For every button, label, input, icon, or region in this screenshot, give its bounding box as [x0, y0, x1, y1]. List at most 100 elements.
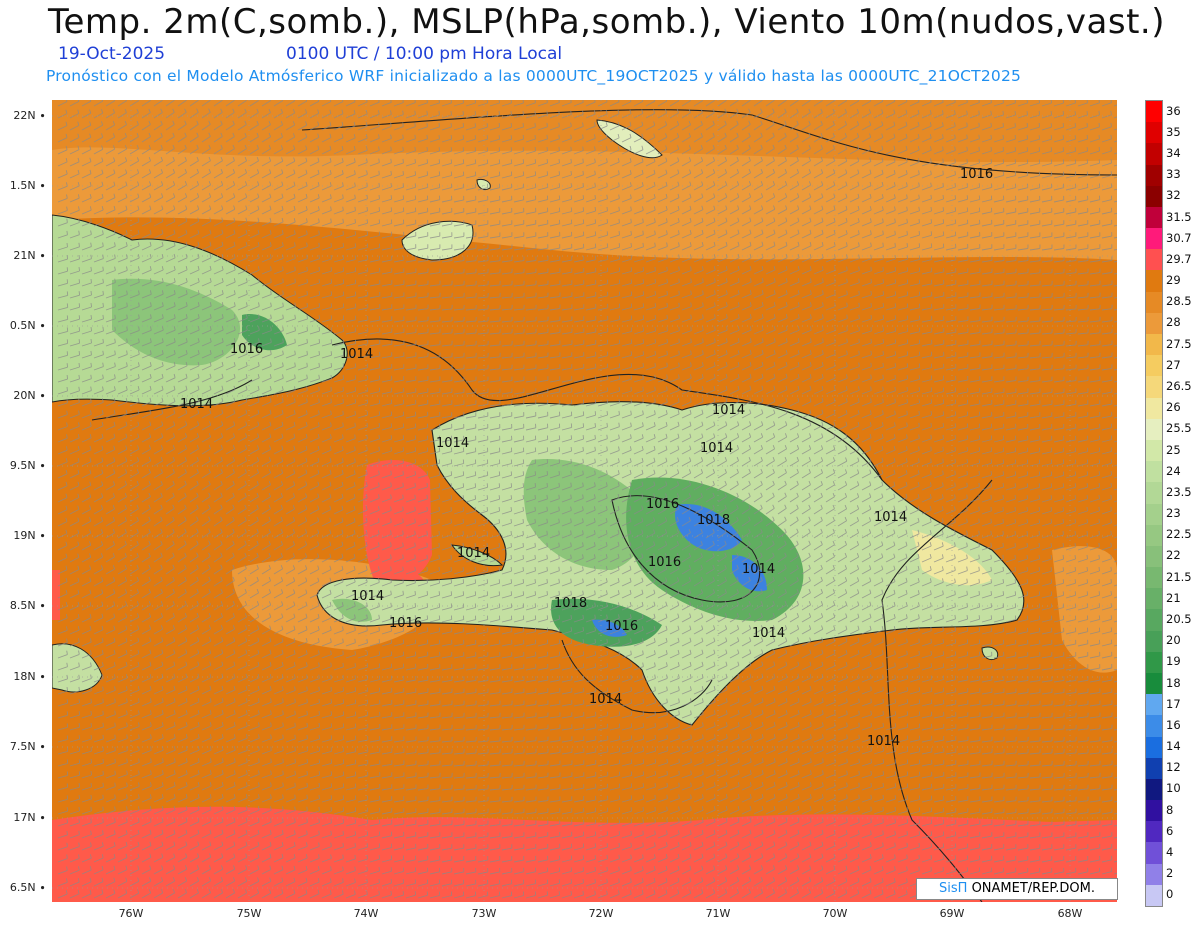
forecast-map[interactable]: 1016 1016 1014 1014 1014 1014 1014 1016 1018 1014…	[52, 100, 1117, 902]
colorbar-label: 23.5	[1166, 484, 1192, 499]
colorbar-swatch	[1146, 821, 1162, 843]
isobar-label: 1014	[351, 589, 384, 604]
colorbar-label: 24	[1166, 463, 1181, 478]
colorbar-label: 26	[1166, 400, 1181, 415]
forecast-time: 0100 UTC / 10:00 pm Hora Local	[286, 44, 563, 64]
colorbar-swatch	[1146, 355, 1162, 377]
lat-tick-label: 7.5N ∙	[9, 740, 46, 753]
colorbar-swatch	[1146, 694, 1162, 716]
colorbar-label: 14	[1166, 739, 1181, 754]
colorbar-label: 6	[1166, 823, 1174, 838]
colorbar-label: 18	[1166, 675, 1181, 690]
model-subtitle: Pronóstico con el Modelo Atmósferico WRF…	[46, 67, 1022, 85]
sispi-logo: SisΠ	[939, 881, 968, 896]
map-canvas[interactable]: 1016 1016 1014 1014 1014 1014 1014 1016 1018 1014…	[52, 100, 1117, 902]
colorbar-swatch	[1146, 376, 1162, 399]
isobar-label: 1016	[389, 616, 422, 631]
colorbar-label: 27.5	[1166, 336, 1192, 351]
hot-spot-west	[362, 460, 432, 584]
colorbar-label: 20	[1166, 633, 1181, 648]
colorbar-swatch	[1146, 122, 1162, 144]
colorbar-swatch	[1146, 397, 1162, 420]
colorbar-swatch	[1146, 461, 1162, 483]
isobar-label: 1018	[697, 513, 730, 528]
colorbar-swatch	[1146, 482, 1162, 504]
lat-tick-label: 20N ∙	[13, 389, 46, 402]
colorbar-swatch	[1146, 291, 1162, 314]
lon-tick-label: 73W	[471, 907, 497, 920]
colorbar-label: 8	[1166, 802, 1174, 817]
isobar-label: 1014	[589, 692, 622, 707]
isobar-label: 1014	[742, 562, 775, 577]
lat-tick-label: 1.5N ∙	[9, 179, 46, 192]
colorbar-label: 34	[1166, 145, 1181, 160]
colorbar-swatch	[1146, 863, 1162, 886]
colorbar-swatch	[1146, 418, 1162, 441]
lon-tick-label: 75W	[236, 907, 262, 920]
forecast-date-line: 19-Oct-2025 0100 UTC / 10:00 pm Hora Loc…	[58, 44, 562, 64]
colorbar-swatch	[1146, 672, 1162, 695]
colorbar-swatch	[1146, 842, 1162, 865]
colorbar-swatch	[1146, 206, 1162, 229]
map-title: Temp. 2m(C,somb.), MSLP(hPa,somb.), Vien…	[48, 2, 1165, 42]
isobar-label: 1016	[605, 619, 638, 634]
lat-tick-label: 19N ∙	[13, 529, 46, 542]
colorbar-label: 20.5	[1166, 612, 1192, 626]
colorbar-label: 25.5	[1166, 421, 1192, 436]
lon-tick-label: 71W	[705, 907, 731, 920]
colorbar-label: 10	[1166, 781, 1181, 796]
colorbar-label: 29	[1166, 273, 1181, 288]
colorbar-label: 33	[1166, 167, 1181, 182]
lon-tick-label: 68W	[1057, 907, 1083, 920]
isobar-label: 1014	[712, 403, 745, 418]
lat-tick-label: 8.5N ∙	[9, 599, 46, 612]
colorbar-label: 22	[1166, 548, 1181, 563]
isobar-label: 1014	[867, 734, 900, 749]
colorbar-swatch	[1146, 228, 1162, 250]
colorbar-label: 0	[1166, 887, 1174, 902]
isobar-label: 1014	[180, 397, 213, 412]
colorbar-label: 28.5	[1166, 294, 1192, 309]
colorbar-swatch	[1146, 143, 1162, 166]
colorbar-label: 36	[1166, 103, 1181, 118]
lat-tick-label: 21N ∙	[13, 249, 46, 262]
colorbar-label: 19	[1166, 654, 1181, 669]
colorbar-label: 35	[1166, 124, 1181, 139]
colorbar-swatch	[1146, 567, 1162, 589]
isobar-label: 1014	[457, 546, 490, 561]
isobar-label: 1014	[700, 441, 733, 456]
isobar-label: 1014	[436, 436, 469, 451]
colorbar-label: 32	[1166, 188, 1181, 203]
colorbar-swatch	[1146, 185, 1162, 208]
colorbar-label: 23	[1166, 506, 1181, 521]
colorbar-label: 4	[1166, 845, 1174, 860]
colorbar-label: 17	[1166, 696, 1181, 711]
colorbar-label: 12	[1166, 760, 1181, 775]
temperature-colorbar	[1145, 100, 1163, 907]
hot-edge-west	[52, 570, 60, 620]
colorbar-swatch	[1146, 164, 1162, 187]
colorbar-swatch	[1146, 778, 1162, 801]
colorbar-label: 29.7	[1166, 251, 1192, 266]
colorbar-swatch	[1146, 545, 1162, 568]
colorbar-swatch	[1146, 101, 1162, 123]
isobar-label: 1016	[646, 497, 679, 512]
credit-text: ONAMET/REP.DOM.	[967, 881, 1095, 896]
isobar-label: 1016	[960, 167, 993, 182]
colorbar-swatch	[1146, 651, 1162, 674]
colorbar-swatch	[1146, 334, 1162, 356]
isobar-label: 1016	[648, 555, 681, 570]
lon-tick-label: 72W	[588, 907, 614, 920]
forecast-date: 19-Oct-2025	[58, 44, 166, 64]
colorbar-swatch	[1146, 609, 1162, 632]
colorbar-label: 31.5	[1166, 209, 1192, 224]
colorbar-swatch	[1146, 588, 1162, 610]
lon-tick-label: 74W	[353, 907, 379, 920]
colorbar-label: 21.5	[1166, 569, 1192, 584]
credit-box: SisΠ ONAMET/REP.DOM.	[916, 878, 1118, 900]
lon-tick-label: 76W	[118, 907, 144, 920]
colorbar-swatch	[1146, 736, 1162, 759]
lat-tick-label: 6.5N ∙	[9, 881, 46, 894]
lon-tick-label: 70W	[822, 907, 848, 920]
colorbar-label: 28	[1166, 315, 1181, 330]
